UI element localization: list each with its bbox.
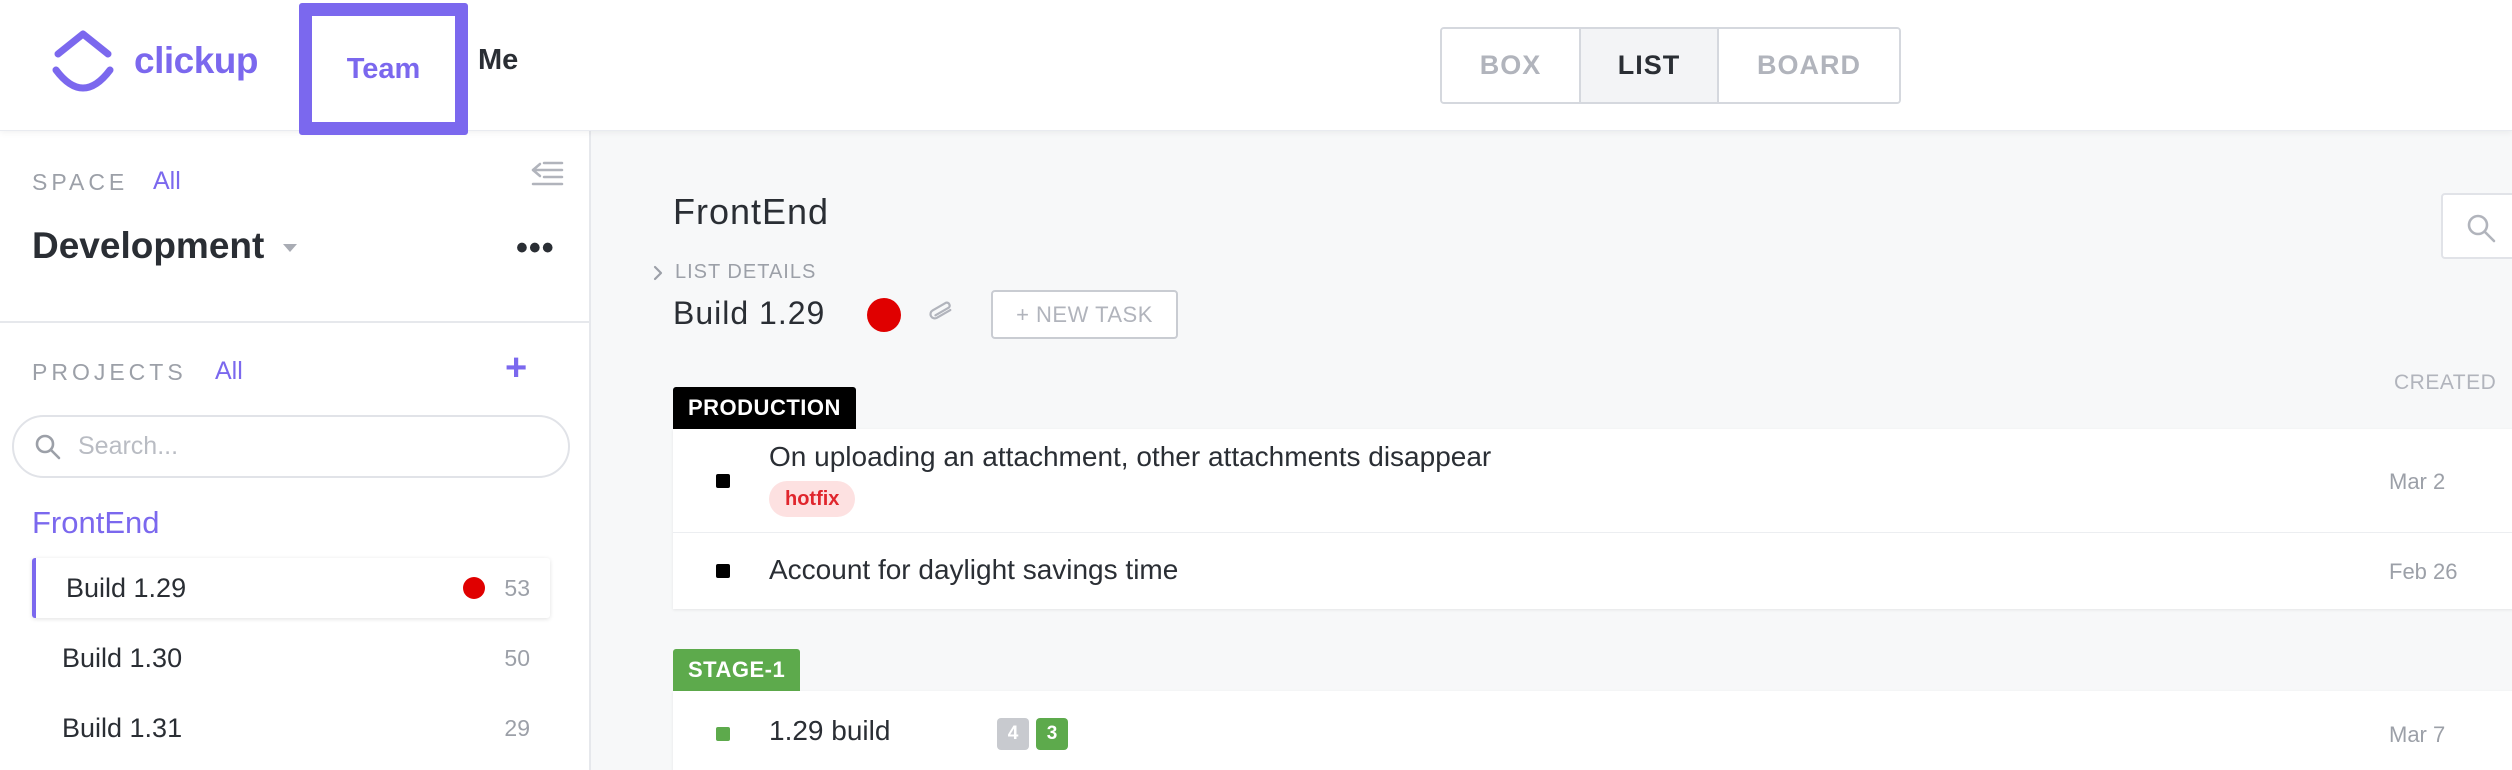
chevron-down-icon[interactable] (283, 244, 297, 252)
add-project-button[interactable]: + (505, 349, 527, 387)
paperclip-icon[interactable] (927, 299, 957, 329)
status-square[interactable] (716, 474, 730, 488)
top-bar: clickup Team Me BOX LIST BOARD (0, 0, 2512, 135)
task-group-production: On uploading an attachment, other attach… (673, 429, 2512, 609)
table-row[interactable]: Account for daylight savings time Feb 26 (673, 533, 2512, 609)
clickup-logo-icon[interactable] (48, 28, 118, 100)
sidebar-list-build-1-29[interactable]: Build 1.29 53 (32, 558, 550, 618)
page-title: FrontEnd (673, 191, 830, 232)
task-created-date: Mar 2 (2389, 469, 2446, 494)
list-label: Build 1.31 (62, 712, 183, 743)
space-label: SPACE (32, 169, 129, 195)
list-details-toggle[interactable]: LIST DETAILS (651, 261, 816, 284)
collapse-sidebar-icon[interactable] (530, 159, 564, 189)
list-count: 53 (504, 574, 530, 601)
project-frontend[interactable]: FrontEnd (32, 505, 160, 541)
sidebar-list-build-1-30[interactable]: Build 1.30 50 (32, 628, 550, 688)
main-content: FrontEnd LIST DETAILS Build 1.29 + NEW T… (591, 131, 2512, 770)
subtask-count-badge[interactable]: 4 (997, 718, 1029, 750)
logo-text[interactable]: clickup (134, 40, 259, 82)
column-header-created[interactable]: CREATED (2394, 371, 2496, 395)
status-square[interactable] (716, 727, 730, 741)
space-more-options-icon[interactable]: ••• (516, 229, 555, 268)
group-tag-stage-1[interactable]: STAGE-1 (673, 649, 801, 691)
group-tag-production[interactable]: PRODUCTION (673, 387, 856, 429)
list-count: 50 (504, 644, 530, 671)
tab-team[interactable]: Team (299, 3, 468, 135)
search-input[interactable] (78, 432, 538, 461)
status-square[interactable] (716, 564, 730, 578)
view-list-button[interactable]: LIST (1581, 29, 1719, 102)
sidebar-search (12, 415, 570, 478)
view-board-button[interactable]: BOARD (1719, 29, 1899, 102)
view-box-button[interactable]: BOX (1442, 29, 1581, 102)
task-name[interactable]: On uploading an attachment, other attach… (769, 441, 1491, 473)
projects-label: PROJECTS (32, 359, 187, 385)
sidebar-divider (0, 321, 589, 323)
tag-hotfix[interactable]: hotfix (769, 481, 856, 517)
list-status-dot[interactable] (867, 298, 901, 332)
tab-me[interactable]: Me (478, 44, 518, 77)
new-task-button[interactable]: + NEW TASK (991, 290, 1178, 339)
search-icon (35, 434, 61, 459)
list-name: Build 1.29 (673, 295, 826, 331)
table-row[interactable]: 1.29 build 4 3 Mar 7 (673, 691, 2512, 770)
task-created-date: Feb 26 (2389, 559, 2458, 584)
sidebar: SPACE All Development ••• PROJECTS All +… (0, 131, 591, 770)
space-all-link[interactable]: All (153, 167, 181, 196)
table-row[interactable]: On uploading an attachment, other attach… (673, 429, 2512, 533)
task-name[interactable]: 1.29 build (769, 715, 890, 747)
list-details-label: LIST DETAILS (675, 261, 817, 283)
view-switcher: BOX LIST BOARD (1440, 27, 1901, 104)
list-count: 29 (504, 714, 530, 741)
projects-all-link[interactable]: All (215, 357, 243, 386)
task-created-date: Mar 7 (2389, 722, 2446, 747)
completed-count-badge[interactable]: 3 (1036, 718, 1068, 750)
list-label: Build 1.29 (66, 572, 187, 603)
space-name-dropdown[interactable]: Development (32, 225, 264, 267)
status-dot (463, 577, 485, 599)
task-name[interactable]: Account for daylight savings time (769, 554, 1178, 586)
search-icon (2467, 214, 2496, 243)
sidebar-list-build-1-31[interactable]: Build 1.31 29 (32, 698, 550, 758)
task-group-stage-1: 1.29 build 4 3 Mar 7 (673, 691, 2512, 770)
chevron-right-icon (653, 265, 663, 280)
main-search-button[interactable] (2441, 193, 2512, 259)
list-label: Build 1.30 (62, 642, 183, 673)
